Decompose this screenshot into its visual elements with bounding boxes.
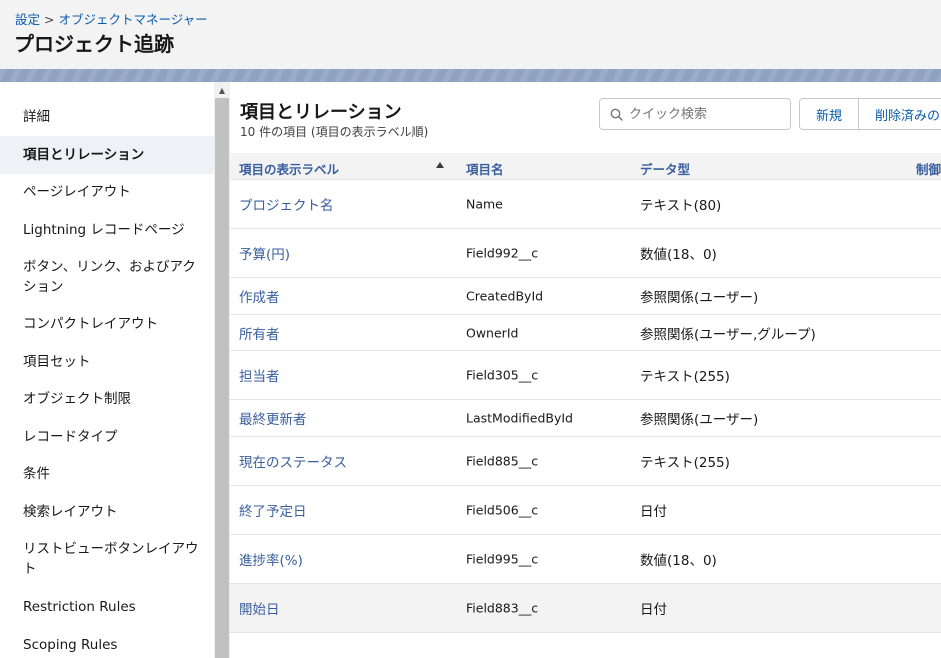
table-header: 項目の表示ラベル 項目名 データ型 制御 <box>230 153 941 180</box>
page-title: プロジェクト追跡 <box>14 32 174 56</box>
field-data-type: 日付 <box>640 602 667 618</box>
field-label-link[interactable]: 現在のステータス <box>239 451 347 471</box>
column-header-controlling[interactable]: 制御 <box>916 159 941 178</box>
field-label-link[interactable]: 最終更新者 <box>239 408 307 428</box>
field-api-name: Field883__c <box>466 600 539 616</box>
field-api-name: Field885__c <box>466 453 539 469</box>
field-api-name: Field506__c <box>466 502 539 518</box>
table-row: 終了予定日 Field506__c 日付 <box>230 486 941 535</box>
sidebar-item-label: レコードタイプ <box>23 429 118 445</box>
section-subtitle: 10 件の項目 (項目の表示ラベル順) <box>240 125 429 139</box>
sidebar-item-buttons-links-actions[interactable]: ボタン、リンク、およびアクション <box>0 254 214 300</box>
main-content: 項目とリレーション 10 件の項目 (項目の表示ラベル順) 新規 削除済みの 項… <box>230 82 941 658</box>
field-data-type: 日付 <box>640 504 667 520</box>
field-api-name: Field995__c <box>466 551 539 567</box>
field-api-name: LastModifiedById <box>466 410 573 426</box>
field-label-link[interactable]: 開始日 <box>239 598 280 618</box>
quick-search-input[interactable] <box>629 106 779 122</box>
table-row: 所有者 OwnerId 参照関係(ユーザー,グループ) <box>230 315 941 351</box>
sidebar-item-label: オブジェクト制限 <box>23 391 131 407</box>
table-row: プロジェクト名 Name テキスト(80) <box>230 180 941 229</box>
field-label-link[interactable]: 予算(円) <box>239 243 290 263</box>
field-api-name: Field992__c <box>466 245 539 261</box>
sidebar-item-label: 詳細 <box>23 109 50 125</box>
field-label-link[interactable]: プロジェクト名 <box>239 194 334 214</box>
sidebar-item-page-layouts[interactable]: ページレイアウト <box>0 174 214 210</box>
sidebar-item-label: ボタン、リンク、およびアクション <box>23 259 196 295</box>
sidebar-item-list-view-button-layout[interactable]: リストビューボタンレイアウト <box>0 536 214 582</box>
scroll-up-arrow-icon[interactable]: ▲ <box>214 82 230 98</box>
sidebar-item-compact-layouts[interactable]: コンパクトレイアウト <box>0 306 214 342</box>
table-row: 現在のステータス Field885__c テキスト(255) <box>230 437 941 486</box>
field-label-link[interactable]: 作成者 <box>239 286 280 306</box>
sidebar-item-label: 項目とリレーション <box>23 147 145 163</box>
sidebar-item-label: リストビューボタンレイアウト <box>23 541 199 577</box>
breadcrumb-settings-link[interactable]: 設定 <box>15 12 40 27</box>
breadcrumb-object-manager-link[interactable]: オブジェクトマネージャー <box>59 12 208 27</box>
table-row: 担当者 Field305__c テキスト(255) <box>230 351 941 400</box>
action-button-group: 新規 削除済みの <box>799 98 941 130</box>
sidebar-nav: 詳細 項目とリレーション ページレイアウト Lightning レコードページ … <box>0 82 214 658</box>
sidebar-item-lightning-record-pages[interactable]: Lightning レコードページ <box>0 212 214 248</box>
field-api-name: Field305__c <box>466 367 539 383</box>
table-row: 開始日 Field883__c 日付 <box>230 584 941 633</box>
sidebar-item-search-layouts[interactable]: 検索レイアウト <box>0 494 214 530</box>
scrollbar-thumb[interactable] <box>215 98 229 658</box>
sidebar-item-label: コンパクトレイアウト <box>23 316 158 332</box>
new-button[interactable]: 新規 <box>799 98 860 130</box>
breadcrumb: 設定 > オブジェクトマネージャー <box>15 9 208 28</box>
sidebar-item-label: 項目セット <box>23 354 91 370</box>
sidebar-item-record-types[interactable]: レコードタイプ <box>0 419 214 455</box>
table-row: 最終更新者 LastModifiedById 参照関係(ユーザー) <box>230 400 941 437</box>
sidebar-item-label: 条件 <box>23 466 50 482</box>
table-row: 予算(円) Field992__c 数値(18、0) <box>230 229 941 278</box>
field-api-name: OwnerId <box>466 325 519 340</box>
sidebar-item-label: Lightning レコードページ <box>23 222 185 238</box>
decorative-banner <box>0 69 941 82</box>
column-header-field-label[interactable]: 項目の表示ラベル <box>239 159 339 178</box>
field-data-type: テキスト(255) <box>640 455 730 471</box>
field-data-type: 参照関係(ユーザー) <box>640 412 759 428</box>
field-data-type: テキスト(255) <box>640 369 730 385</box>
field-label-link[interactable]: 担当者 <box>239 365 280 385</box>
field-data-type: 参照関係(ユーザー,グループ) <box>640 326 816 343</box>
sidebar-item-fields-relationships[interactable]: 項目とリレーション <box>0 136 214 174</box>
page-header: 設定 > オブジェクトマネージャー プロジェクト追跡 <box>0 0 941 69</box>
field-data-type: 数値(18、0) <box>640 247 717 263</box>
field-label-link[interactable]: 所有者 <box>239 323 280 343</box>
sort-ascending-icon[interactable] <box>436 162 444 168</box>
field-api-name: Name <box>466 196 503 212</box>
column-header-field-name[interactable]: 項目名 <box>466 159 504 178</box>
quick-search[interactable] <box>599 98 791 130</box>
sidebar-item-conditions[interactable]: 条件 <box>0 456 214 492</box>
field-label-link[interactable]: 進捗率(%) <box>239 549 303 569</box>
field-data-type: テキスト(80) <box>640 198 722 214</box>
search-icon <box>610 108 623 121</box>
column-header-data-type[interactable]: データ型 <box>640 159 690 178</box>
field-label-link[interactable]: 終了予定日 <box>239 500 307 520</box>
table-row: 作成者 CreatedById 参照関係(ユーザー) <box>230 278 941 315</box>
sidebar-item-label: Restriction Rules <box>23 599 136 615</box>
table-row: 進捗率(%) Field995__c 数値(18、0) <box>230 535 941 584</box>
breadcrumb-separator: > <box>44 12 55 27</box>
sidebar-item-details[interactable]: 詳細 <box>0 98 214 136</box>
sidebar-item-field-sets[interactable]: 項目セット <box>0 344 214 380</box>
field-data-type: 参照関係(ユーザー) <box>640 290 759 306</box>
sidebar-item-object-limits[interactable]: オブジェクト制限 <box>0 381 214 417</box>
sidebar-scrollbar[interactable]: ▲ <box>214 82 230 658</box>
sidebar-item-label: Scoping Rules <box>23 637 118 653</box>
sidebar-item-label: ページレイアウト <box>23 184 131 200</box>
field-data-type: 数値(18、0) <box>640 553 717 569</box>
section-title: 項目とリレーション <box>240 102 402 123</box>
sidebar-item-restriction-rules[interactable]: Restriction Rules <box>0 589 214 625</box>
sidebar-item-label: 検索レイアウト <box>23 504 118 520</box>
deleted-fields-button[interactable]: 削除済みの <box>859 98 941 130</box>
field-api-name: CreatedById <box>466 288 544 304</box>
sidebar-item-scoping-rules[interactable]: Scoping Rules <box>0 627 214 658</box>
